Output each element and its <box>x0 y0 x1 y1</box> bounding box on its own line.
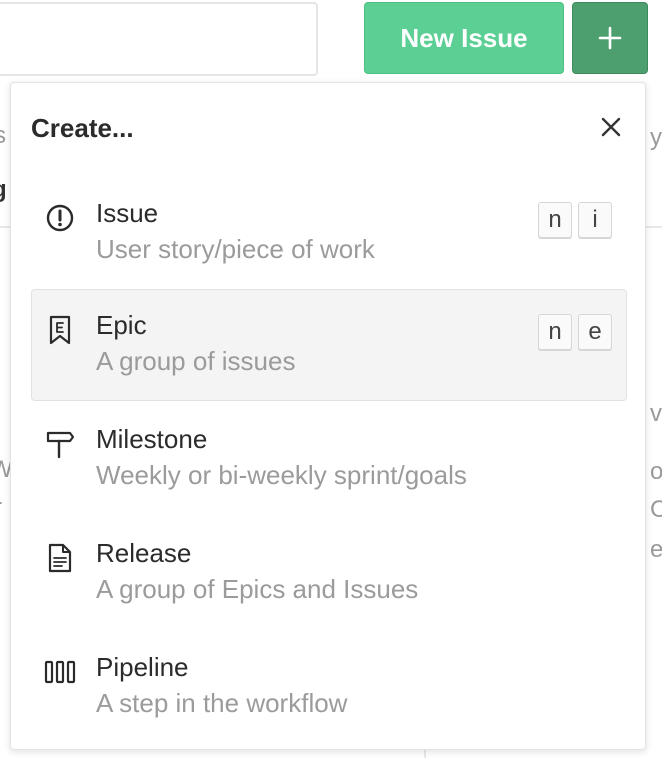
shortcut-key: i <box>578 202 612 238</box>
menu-item-title: Milestone <box>96 424 208 454</box>
dropdown-title: Create... <box>31 113 134 143</box>
divider <box>424 750 426 758</box>
menu-item-description: User story/piece of work <box>96 234 375 264</box>
close-icon <box>601 117 621 137</box>
menu-item-title: Pipeline <box>96 652 189 682</box>
background-text-fragment: C <box>650 496 662 523</box>
divider <box>646 226 662 228</box>
shortcut-key: n <box>538 314 572 350</box>
background-text-fragment: v <box>650 400 662 427</box>
create-menu-button[interactable] <box>572 2 648 74</box>
shortcut-key: e <box>578 314 612 350</box>
search-input[interactable] <box>0 2 318 76</box>
menu-item-description: A group of Epics and Issues <box>96 574 419 604</box>
background-text-fragment: o <box>650 458 662 485</box>
plus-icon <box>598 26 622 50</box>
menu-item-release[interactable]: Release A group of Epics and Issues <box>31 517 627 629</box>
signpost-icon <box>44 428 76 460</box>
document-icon <box>44 542 76 574</box>
menu-item-description: A group of issues <box>96 346 296 376</box>
menu-item-issue[interactable]: Issue User story/piece of work n i <box>31 177 627 289</box>
menu-item-title: Release <box>96 538 192 568</box>
epic-bookmark-icon <box>44 314 76 346</box>
close-button[interactable] <box>595 111 627 143</box>
background-text-fragment: e <box>650 536 662 563</box>
menu-item-milestone[interactable]: Milestone Weekly or bi-weekly sprint/goa… <box>31 403 627 515</box>
menu-item-epic[interactable]: Epic A group of issues n e <box>31 289 627 401</box>
background-text-fragment: s <box>0 122 6 149</box>
exclamation-circle-icon <box>44 202 76 234</box>
keyboard-shortcut: n i <box>538 202 612 238</box>
menu-item-pipeline[interactable]: Pipeline A step in the workflow <box>31 631 627 743</box>
shortcut-key: n <box>538 202 572 238</box>
new-issue-button[interactable]: New Issue <box>364 2 564 74</box>
menu-item-description: Weekly or bi-weekly sprint/goals <box>96 460 467 490</box>
keyboard-shortcut: n e <box>538 314 612 350</box>
pipeline-columns-icon <box>44 656 76 688</box>
background-text-fragment: r <box>0 494 2 522</box>
create-dropdown: Create... Issue User story/piece of work… <box>10 82 646 750</box>
menu-item-description: A step in the workflow <box>96 688 348 718</box>
menu-item-title: Issue <box>96 198 159 228</box>
background-text-fragment: g <box>0 176 7 204</box>
menu-item-title: Epic <box>96 310 147 340</box>
background-text-fragment: y <box>650 124 662 151</box>
